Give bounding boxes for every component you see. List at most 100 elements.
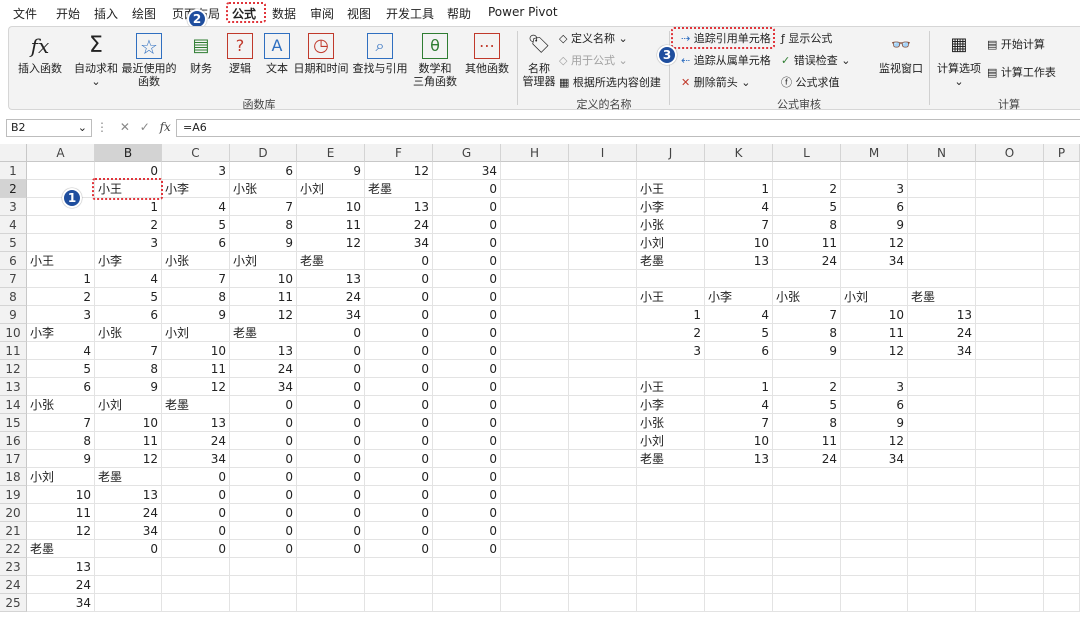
cell[interactable] (841, 504, 908, 522)
row-header[interactable]: 9 (0, 306, 27, 324)
cell[interactable] (569, 432, 637, 450)
cell[interactable]: 0 (365, 360, 433, 378)
cell[interactable] (908, 558, 976, 576)
cell[interactable] (705, 468, 773, 486)
cell[interactable]: 小刘 (841, 288, 908, 306)
cell[interactable] (908, 486, 976, 504)
cell[interactable] (569, 396, 637, 414)
cell[interactable] (908, 414, 976, 432)
cell[interactable] (501, 252, 569, 270)
column-header-c[interactable]: C (162, 144, 230, 162)
cell[interactable]: 10 (705, 432, 773, 450)
cell[interactable]: 12 (841, 234, 908, 252)
cell[interactable] (908, 396, 976, 414)
cell[interactable]: 12 (95, 450, 162, 468)
cell[interactable] (976, 558, 1044, 576)
cell[interactable]: 0 (297, 486, 365, 504)
cell[interactable]: 10 (95, 414, 162, 432)
row-header[interactable]: 7 (0, 270, 27, 288)
cell[interactable]: 10 (705, 234, 773, 252)
cell[interactable]: 7 (162, 270, 230, 288)
cell[interactable] (162, 558, 230, 576)
cell[interactable] (501, 504, 569, 522)
cell[interactable] (976, 504, 1044, 522)
column-header-a[interactable]: A (27, 144, 95, 162)
cell[interactable] (908, 450, 976, 468)
cell[interactable] (501, 468, 569, 486)
cell[interactable]: 13 (908, 306, 976, 324)
cell[interactable]: 7 (230, 198, 297, 216)
cell[interactable]: 4 (162, 198, 230, 216)
cell[interactable]: 6 (705, 342, 773, 360)
cell[interactable]: 0 (95, 540, 162, 558)
row-header[interactable]: 18 (0, 468, 27, 486)
cell[interactable] (637, 270, 705, 288)
cell[interactable] (569, 288, 637, 306)
watch-window-button[interactable]: 👓 监视窗口 (875, 33, 927, 75)
row-header[interactable]: 5 (0, 234, 27, 252)
logical-button[interactable]: ? 逻辑 (221, 33, 259, 75)
cell[interactable] (501, 522, 569, 540)
cell[interactable]: 0 (297, 504, 365, 522)
cell[interactable] (976, 432, 1044, 450)
cell[interactable]: 9 (841, 414, 908, 432)
cell[interactable] (705, 360, 773, 378)
cell[interactable]: 0 (365, 342, 433, 360)
cell[interactable] (773, 360, 841, 378)
cell[interactable] (501, 198, 569, 216)
cell[interactable] (27, 162, 95, 180)
cell[interactable]: 4 (95, 270, 162, 288)
cell[interactable]: 2 (773, 180, 841, 198)
cell[interactable]: 8 (773, 414, 841, 432)
chevron-down-icon[interactable]: ⌄ (78, 120, 87, 136)
trace-dependents-button[interactable]: ⇠ 追踪从属单元格 (681, 53, 771, 69)
row-header[interactable]: 15 (0, 414, 27, 432)
cell[interactable] (501, 576, 569, 594)
cell[interactable] (705, 594, 773, 612)
cell[interactable] (976, 468, 1044, 486)
cell[interactable]: 11 (27, 504, 95, 522)
cell[interactable]: 0 (230, 522, 297, 540)
cell[interactable] (841, 468, 908, 486)
cell[interactable]: 8 (27, 432, 95, 450)
cell[interactable]: 0 (433, 324, 501, 342)
cell[interactable]: 13 (95, 486, 162, 504)
cell[interactable] (569, 576, 637, 594)
cell[interactable]: 34 (230, 378, 297, 396)
cell[interactable] (569, 360, 637, 378)
cell[interactable]: 12 (230, 306, 297, 324)
cell[interactable] (841, 540, 908, 558)
menu-developer[interactable]: 开发工具 (386, 5, 434, 22)
cell[interactable]: 0 (365, 252, 433, 270)
cell[interactable] (841, 486, 908, 504)
cell[interactable] (637, 486, 705, 504)
cell[interactable]: 小李 (705, 288, 773, 306)
cell[interactable]: 0 (433, 234, 501, 252)
cell[interactable] (162, 576, 230, 594)
cell[interactable] (1044, 450, 1080, 468)
row-header[interactable]: 25 (0, 594, 27, 612)
cell[interactable]: 老墨 (27, 540, 95, 558)
cell[interactable]: 3 (162, 162, 230, 180)
cell[interactable] (976, 576, 1044, 594)
cell[interactable] (501, 342, 569, 360)
cell[interactable] (569, 522, 637, 540)
cell[interactable]: 0 (230, 450, 297, 468)
cell[interactable] (501, 306, 569, 324)
name-box[interactable]: B2 ⌄ (6, 119, 92, 137)
enter-icon[interactable]: ✓ (140, 120, 150, 134)
cell[interactable]: 34 (297, 306, 365, 324)
cell[interactable]: 0 (433, 540, 501, 558)
cell[interactable] (1044, 432, 1080, 450)
cell[interactable] (501, 540, 569, 558)
cell[interactable] (1044, 558, 1080, 576)
cell[interactable]: 5 (773, 396, 841, 414)
cell[interactable]: 2 (637, 324, 705, 342)
cell[interactable]: 0 (433, 486, 501, 504)
cell[interactable]: 11 (841, 324, 908, 342)
cell[interactable]: 4 (705, 198, 773, 216)
cell[interactable]: 9 (841, 216, 908, 234)
cell[interactable]: 0 (230, 396, 297, 414)
row-header[interactable]: 3 (0, 198, 27, 216)
menu-help[interactable]: 帮助 (447, 5, 471, 22)
